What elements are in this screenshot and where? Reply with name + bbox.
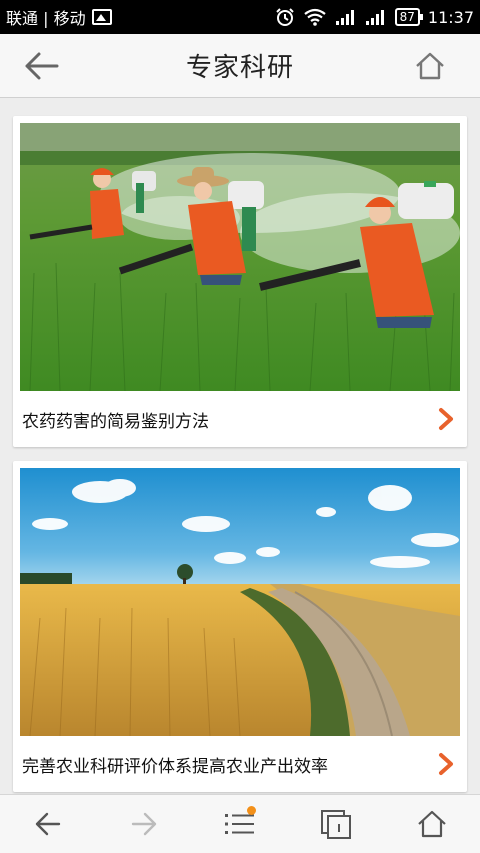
signal-icon-1 [335, 10, 354, 25]
arrow-left-icon [25, 52, 59, 80]
image-notification-icon [91, 9, 112, 25]
wifi-icon [303, 8, 326, 26]
battery-indicator: 87 [394, 8, 424, 26]
app-header: 专家科研 [0, 34, 480, 98]
chevron-right-icon [439, 753, 453, 775]
wheat-field-road-image [20, 468, 460, 736]
chevron-right-icon [439, 408, 453, 430]
nav-tabs-button[interactable] [312, 800, 360, 848]
carrier-label: 联通 | 移动 [6, 9, 86, 28]
article-card[interactable]: 农药药害的简易鉴别方法 [13, 116, 467, 447]
arrow-left-icon [35, 812, 61, 836]
alarm-icon [275, 8, 294, 26]
notification-dot [247, 806, 256, 815]
nav-menu-button[interactable] [216, 800, 264, 848]
article-card[interactable]: 完善农业科研评价体系提高农业产出效率 [13, 461, 467, 792]
farmers-spraying-pesticide-image [20, 123, 460, 391]
tabs-icon [321, 810, 351, 839]
nav-home-button[interactable] [408, 800, 456, 848]
signal-icon-2 [365, 10, 384, 25]
nav-back-button[interactable] [24, 800, 72, 848]
clock: 11:37 [427, 7, 474, 27]
arrow-right-icon [131, 812, 157, 836]
home-icon [416, 52, 444, 80]
home-icon [418, 810, 446, 838]
nav-forward-button[interactable] [120, 800, 168, 848]
bottom-toolbar [0, 794, 480, 853]
article-title: 农药药害的简易鉴别方法 [22, 411, 209, 432]
article-list: 农药药害的简易鉴别方法 完善农业科研评价体系提高农业产出效率 [0, 98, 480, 794]
page-title: 专家科研 [185, 53, 294, 83]
article-title: 完善农业科研评价体系提高农业产出效率 [22, 756, 328, 777]
back-button[interactable] [22, 46, 62, 86]
status-bar: 联通 | 移动 87 11:37 [0, 0, 480, 34]
home-button[interactable] [410, 46, 450, 86]
